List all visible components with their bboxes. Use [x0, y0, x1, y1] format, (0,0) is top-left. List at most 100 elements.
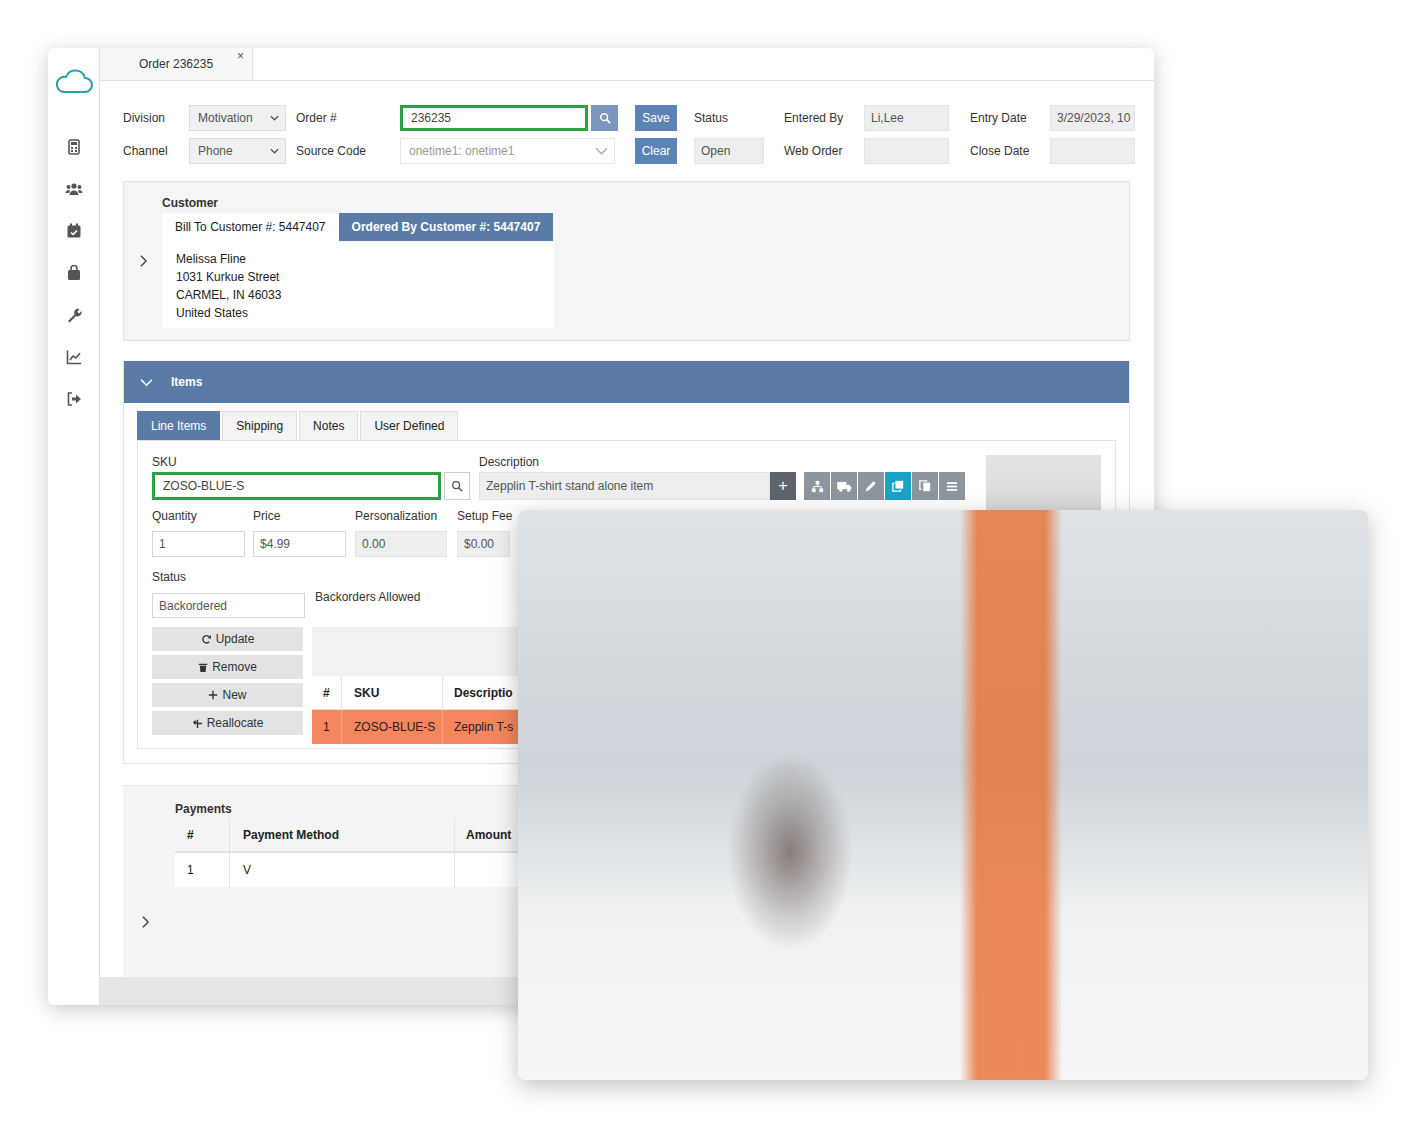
wrench-icon[interactable]	[65, 306, 83, 324]
column-header[interactable]: #	[312, 676, 342, 709]
table-row[interactable]: 1ZOSO-BLUE-SZepplin T-s	[312, 710, 522, 744]
field-label: Personalization	[355, 509, 447, 524]
search-icon	[599, 112, 611, 124]
clear-button[interactable]: Clear	[635, 138, 677, 164]
cloud-logo-icon[interactable]	[54, 68, 94, 96]
items-header[interactable]: Items	[124, 361, 1129, 403]
chart-line-icon[interactable]	[65, 348, 83, 366]
address-line: 1031 Kurkue Street	[176, 268, 540, 286]
table-cell: ZOSO-BLUE-S	[342, 710, 443, 744]
pencil-icon	[865, 480, 877, 492]
save-button[interactable]: Save	[635, 105, 677, 131]
sitemap-icon	[811, 480, 824, 493]
source-code-select[interactable]: onetime1: onetime1	[400, 138, 615, 164]
channel-select[interactable]: Phone	[189, 138, 286, 164]
entry-date-field: 3/29/2023, 10	[1050, 105, 1135, 131]
entered-by-field: Li,Lee	[864, 105, 949, 131]
order-search-button[interactable]	[591, 105, 618, 131]
action-button[interactable]: Reallocate	[152, 711, 303, 735]
field-label: Price	[253, 509, 346, 524]
table-header: #SKUDescriptio	[312, 676, 522, 710]
refresh-icon	[201, 634, 212, 645]
sku-search-button[interactable]	[444, 472, 470, 500]
field-input[interactable]: 1	[152, 531, 245, 557]
field-input: $0.00	[457, 531, 510, 557]
customer-tab[interactable]: Bill To Customer #: 5447407	[162, 213, 339, 241]
field-label: Setup Fee	[457, 509, 510, 524]
toolbar-button[interactable]	[831, 472, 857, 500]
item-tab[interactable]: Line Items	[137, 411, 220, 440]
item-tab[interactable]: Notes	[299, 411, 358, 440]
action-button[interactable]: Remove	[152, 655, 303, 679]
line-items-table: #SKUDescriptio1ZOSO-BLUE-SZepplin T-s	[312, 627, 522, 744]
chevron-right-icon[interactable]	[141, 915, 150, 929]
page: Order 236235× DivisionMotivation Order #23…	[0, 0, 1416, 1128]
customer-tab[interactable]: Ordered By Customer #: 5447407	[339, 213, 554, 241]
table-row[interactable]: 1V	[175, 853, 575, 887]
line-status-field[interactable]: Backordered	[152, 593, 305, 618]
table-cell: V	[230, 853, 455, 887]
division-label: Division	[123, 111, 189, 125]
users-icon[interactable]	[65, 180, 83, 198]
toolbar-button[interactable]	[939, 472, 965, 500]
action-button[interactable]: Update	[152, 627, 303, 651]
sku-input[interactable]: ZOSO-BLUE-S	[152, 472, 441, 500]
chevron-down-icon	[270, 115, 279, 121]
chevron-down-icon	[270, 148, 279, 154]
order-number-label: Order #	[296, 111, 400, 125]
shopping-bag-icon[interactable]	[65, 264, 83, 282]
field-label: Quantity	[152, 509, 245, 524]
column-header[interactable]: SKU	[342, 676, 443, 709]
column-header[interactable]: Descriptio	[443, 676, 522, 709]
division-select[interactable]: Motivation	[189, 105, 286, 131]
field-input: 0.00	[355, 531, 447, 557]
description-input[interactable]: Zepplin T-shirt stand alone item	[479, 472, 770, 500]
backorders-allowed-label: Backorders Allowed	[315, 590, 420, 604]
order-number-input[interactable]: 236235	[400, 105, 588, 131]
customer-panel: Customer Bill To Customer #: 5447407Order…	[123, 181, 1130, 341]
column-header[interactable]: Payment Method	[230, 818, 455, 851]
bars-icon	[946, 481, 958, 492]
chevron-down-icon	[595, 147, 608, 155]
truck-icon	[837, 481, 852, 492]
copy-icon	[919, 480, 931, 492]
toolbar-button[interactable]	[885, 472, 911, 500]
call-center-photo	[518, 510, 1368, 1080]
toolbar-button[interactable]	[858, 472, 884, 500]
payments-table: #Payment MethodAmount1V	[175, 818, 575, 887]
document-tabs: Order 236235×	[100, 48, 1154, 81]
close-date-label: Close Date	[970, 144, 1050, 158]
search-icon	[451, 480, 463, 492]
address-line: Melissa Fline	[176, 250, 540, 268]
sidebar	[48, 48, 100, 1005]
calendar-check-icon[interactable]	[65, 222, 83, 240]
item-tabs: Line ItemsShippingNotesUser Defined	[137, 411, 1116, 440]
sign-out-icon[interactable]	[65, 390, 83, 408]
table-cell: 1	[312, 710, 342, 744]
channel-label: Channel	[123, 144, 189, 158]
chevron-down-icon[interactable]	[140, 378, 153, 387]
chevron-right-icon[interactable]	[139, 254, 148, 268]
source-code-label: Source Code	[296, 144, 400, 158]
column-header[interactable]: #	[175, 818, 230, 851]
order-header-form: DivisionMotivation Order #236235 Save Statu…	[100, 81, 1154, 164]
customer-title: Customer	[162, 196, 554, 211]
status-field: Open	[694, 138, 764, 164]
action-button[interactable]: New	[152, 683, 303, 707]
toolbar-button[interactable]	[804, 472, 830, 500]
item-tab[interactable]: Shipping	[222, 411, 297, 440]
calculator-icon[interactable]	[65, 138, 83, 156]
item-tab[interactable]: User Defined	[360, 411, 458, 440]
line-status-label: Status	[152, 570, 305, 585]
status-label: Status	[694, 111, 784, 125]
close-tab-button[interactable]: ×	[237, 49, 244, 63]
table-cell: 1	[175, 853, 230, 887]
sku-label: SKU	[152, 455, 470, 470]
document-tab[interactable]: Order 236235×	[100, 48, 253, 80]
reallocate-icon	[192, 718, 203, 729]
clone-icon	[892, 480, 904, 492]
trash-icon	[198, 662, 208, 673]
field-input[interactable]: $4.99	[253, 531, 346, 557]
add-description-button[interactable]: +	[770, 472, 796, 500]
toolbar-button[interactable]	[912, 472, 938, 500]
